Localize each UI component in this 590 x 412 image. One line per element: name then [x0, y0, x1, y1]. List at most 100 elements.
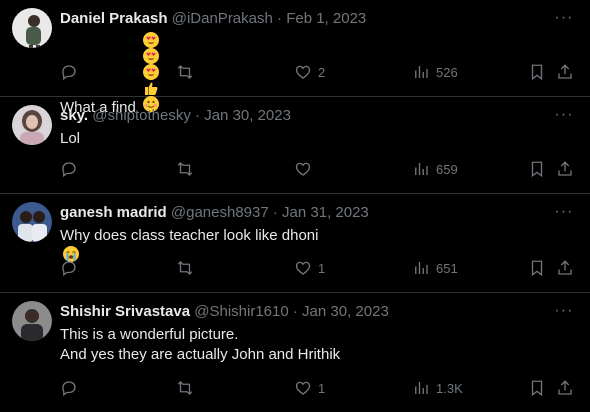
- tweet-date[interactable]: Jan 30, 2023: [204, 107, 291, 124]
- like-button[interactable]: [294, 159, 318, 179]
- bookmark-icon: [531, 64, 543, 81]
- tweet-header: ganesh madrid @ganesh8937 · Jan 31, 2023: [60, 203, 550, 223]
- share-icon: [558, 260, 572, 275]
- tweet-actions: 1 651: [60, 258, 578, 278]
- heart-icon: [295, 261, 311, 275]
- reply-icon: [62, 65, 76, 81]
- share-icon: [558, 64, 572, 79]
- user-handle[interactable]: @Shishir1610: [194, 303, 288, 320]
- display-name[interactable]: ganesh madrid: [60, 204, 167, 221]
- tweet-date[interactable]: Jan 30, 2023: [302, 303, 389, 320]
- separator-dot: ·: [277, 10, 283, 27]
- like-button[interactable]: 1: [294, 378, 325, 398]
- more-options-icon[interactable]: ···: [552, 105, 576, 125]
- bookmark-button[interactable]: [528, 62, 546, 82]
- separator-dot: ·: [272, 204, 278, 221]
- bookmark-button[interactable]: [528, 378, 546, 398]
- heart-icon: [295, 65, 311, 79]
- tweet-date[interactable]: Jan 31, 2023: [282, 204, 369, 221]
- bookmark-icon: [531, 260, 543, 277]
- tweet-text: Why does class teacher look like dhoni: [60, 226, 570, 262]
- tweet-text: This is a wonderful picture. And yes the…: [60, 325, 570, 365]
- bookmark-button[interactable]: [528, 258, 546, 278]
- share-button[interactable]: [556, 62, 574, 82]
- reply-button[interactable]: [60, 378, 84, 398]
- tweet-actions: 659: [60, 159, 578, 179]
- like-count: 1: [318, 260, 326, 276]
- tweet-header: sky. @shiptothesky · Jan 30, 2023: [60, 106, 550, 126]
- more-options-icon[interactable]: ···: [552, 301, 576, 321]
- bookmark-button[interactable]: [528, 159, 546, 179]
- retweet-button[interactable]: [176, 62, 200, 82]
- tweet[interactable]: Shishir Srivastava @Shishir1610 · Jan 30…: [0, 293, 590, 412]
- heart-icon: [295, 162, 311, 176]
- bookmark-icon: [531, 380, 543, 397]
- like-count: 1: [318, 380, 326, 396]
- tweet-header: Shishir Srivastava @Shishir1610 · Jan 30…: [60, 302, 550, 322]
- avatar[interactable]: [12, 8, 52, 48]
- retweet-button[interactable]: [176, 159, 200, 179]
- separator-dot: ·: [292, 303, 298, 320]
- avatar[interactable]: [12, 202, 52, 242]
- views-button[interactable]: 526: [412, 62, 458, 82]
- view-count: 526: [436, 64, 458, 80]
- user-handle[interactable]: @iDanPrakash: [172, 10, 273, 27]
- views-icon: [415, 66, 428, 78]
- views-icon: [415, 163, 428, 175]
- tweet-line: Why does class teacher look like dhoni: [60, 227, 319, 244]
- tweet-line: And yes they are actually John and Hrith…: [60, 346, 341, 363]
- like-button[interactable]: 1: [294, 258, 325, 278]
- retweet-icon: [177, 261, 193, 275]
- reply-feed: Daniel Prakash @iDanPrakash · Feb 1, 202…: [0, 0, 590, 412]
- reply-icon: [62, 162, 76, 178]
- separator-dot: ·: [195, 107, 201, 124]
- user-handle[interactable]: @ganesh8937: [171, 204, 269, 221]
- share-button[interactable]: [556, 159, 574, 179]
- avatar[interactable]: [12, 301, 52, 341]
- tweet-line: Lol: [60, 130, 81, 147]
- reply-icon: [62, 381, 76, 397]
- display-name[interactable]: sky.: [60, 107, 88, 124]
- tweet[interactable]: sky. @shiptothesky · Jan 30, 2023 ··· Lo…: [0, 97, 590, 194]
- thumbs-up-emoji: [143, 80, 159, 96]
- tweet-text: Lol: [60, 129, 570, 149]
- display-name[interactable]: Shishir Srivastava: [60, 303, 190, 320]
- views-icon: [415, 382, 428, 394]
- like-count: 2: [318, 64, 326, 80]
- share-button[interactable]: [556, 378, 574, 398]
- reply-button[interactable]: [60, 159, 84, 179]
- avatar[interactable]: [12, 105, 52, 145]
- tweet-actions: 2 526: [60, 62, 578, 82]
- bookmark-icon: [531, 161, 543, 178]
- more-options-icon[interactable]: ···: [552, 8, 576, 28]
- views-icon: [415, 262, 428, 274]
- reply-icon: [62, 261, 76, 277]
- share-button[interactable]: [556, 258, 574, 278]
- display-name[interactable]: Daniel Prakash: [60, 10, 168, 27]
- tweet-date[interactable]: Feb 1, 2023: [286, 10, 366, 27]
- heart-eyes-emoji: [143, 32, 160, 48]
- like-button[interactable]: 2: [294, 62, 325, 82]
- tweet-line: This is a wonderful picture.: [60, 326, 239, 343]
- share-icon: [558, 380, 572, 395]
- tweet[interactable]: ganesh madrid @ganesh8937 · Jan 31, 2023…: [0, 194, 590, 293]
- reply-button[interactable]: [60, 258, 84, 278]
- more-options-icon[interactable]: ···: [552, 202, 576, 222]
- heart-icon: [295, 381, 311, 395]
- tweet[interactable]: Daniel Prakash @iDanPrakash · Feb 1, 202…: [0, 0, 590, 116]
- view-count: 1.3K: [436, 380, 463, 396]
- views-button[interactable]: 1.3K: [412, 378, 463, 398]
- views-button[interactable]: 659: [412, 159, 458, 179]
- retweet-icon: [177, 65, 193, 79]
- retweet-button[interactable]: [176, 378, 200, 398]
- user-handle[interactable]: @shiptothesky: [92, 107, 191, 124]
- view-count: 651: [436, 260, 458, 276]
- retweet-button[interactable]: [176, 258, 200, 278]
- tweet-actions: 1 1.3K: [60, 378, 578, 398]
- reply-button[interactable]: [60, 62, 84, 82]
- views-button[interactable]: 651: [412, 258, 458, 278]
- retweet-icon: [177, 381, 193, 395]
- share-icon: [558, 161, 572, 176]
- view-count: 659: [436, 161, 458, 177]
- tweet-header: Daniel Prakash @iDanPrakash · Feb 1, 202…: [60, 9, 550, 29]
